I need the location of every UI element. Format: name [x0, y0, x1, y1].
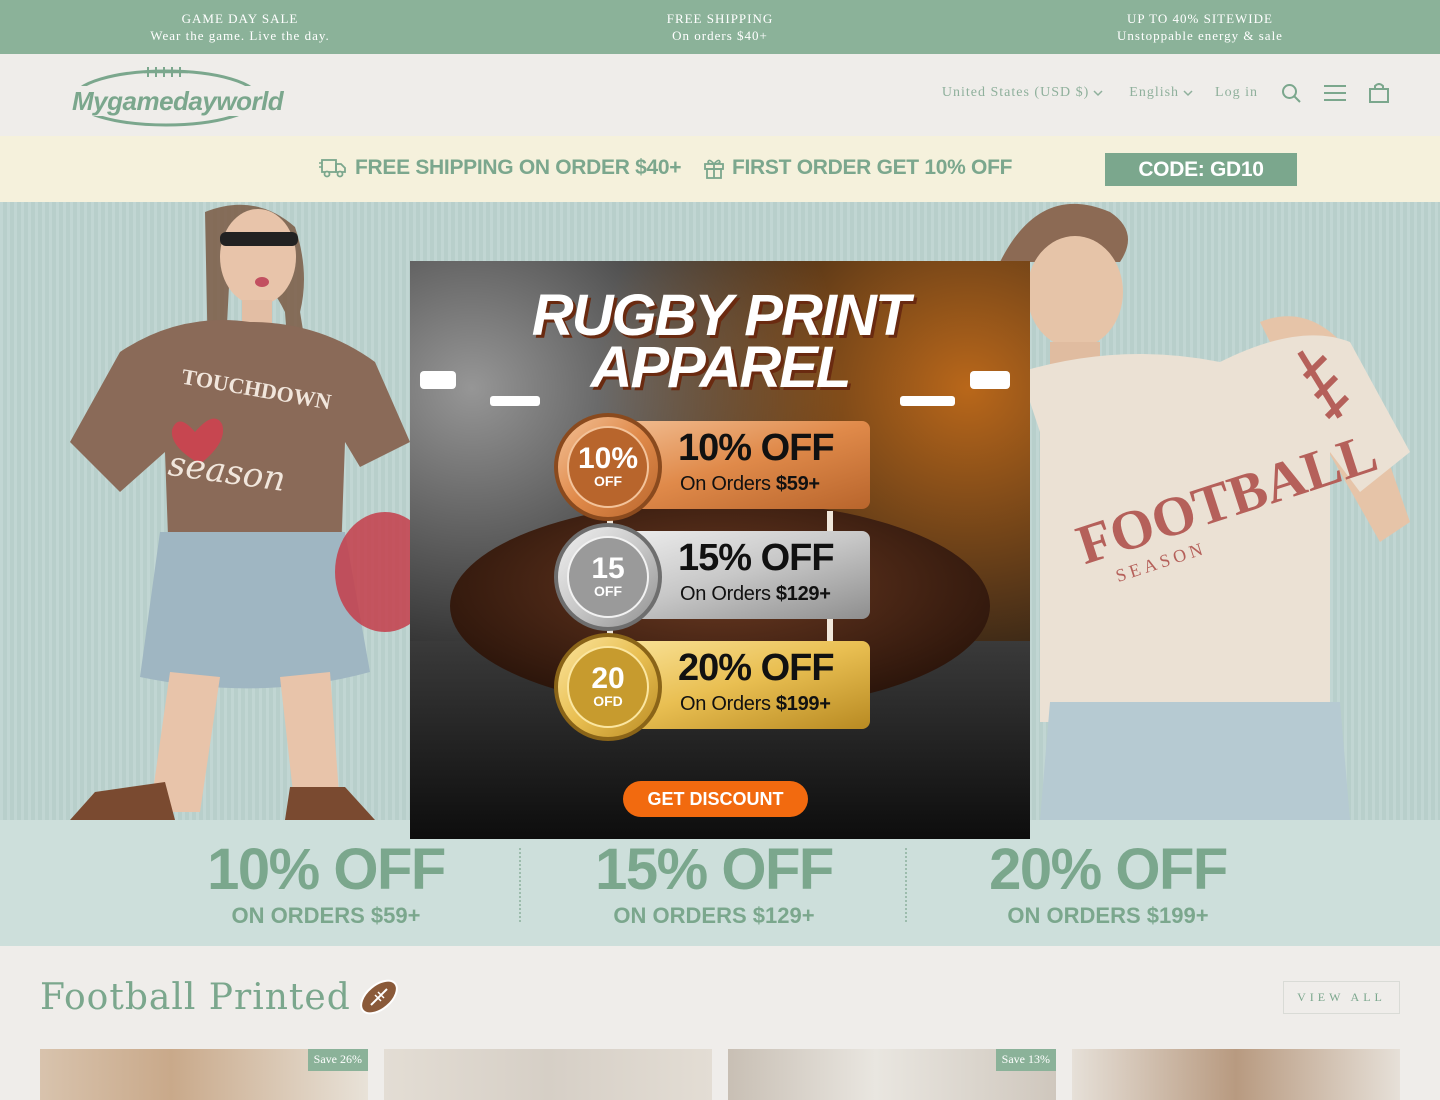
football-icon — [359, 979, 398, 1015]
discount-percent: 20% OFF — [989, 837, 1228, 902]
popup-title-line2: APPAREL — [590, 335, 852, 400]
model-right-image: FOOTBALL SEASON — [1000, 203, 1410, 820]
menu-icon[interactable] — [1324, 82, 1346, 104]
tier-condition: On Orders $199+ — [680, 693, 831, 716]
promo-strip: FREE SHIPPING ON ORDER $40+ FIRST ORDER … — [0, 136, 1440, 202]
view-all-button[interactable]: VIEW ALL — [1283, 981, 1400, 1014]
search-icon[interactable] — [1280, 82, 1302, 104]
discount-popup[interactable]: RUGBY PRINT APPAREL 10% OFF 10% OFF On O… — [410, 261, 1030, 839]
tier-condition-prefix: On Orders — [680, 583, 776, 605]
tier-off-text: 10% OFF — [678, 427, 835, 469]
discount-percent: 15% OFF — [595, 837, 834, 902]
announcement-subtitle: On orders $40+ — [672, 27, 768, 43]
sale-badge: Save 13% — [995, 1049, 1056, 1071]
tier-condition-amount: $199+ — [775, 693, 831, 715]
language-label: English — [1129, 85, 1180, 100]
announcement-subtitle: Unstoppable energy & sale — [1117, 27, 1283, 43]
tier-off-text: 20% OFF — [678, 647, 835, 689]
country-selector[interactable]: United States (USD $) — [942, 85, 1103, 101]
discount-condition: ON ORDERS $59+ — [231, 903, 421, 928]
announcement-title: FREE SHIPPING — [666, 10, 774, 26]
discount-condition: ON ORDERS $129+ — [613, 903, 815, 928]
announcement-item[interactable]: UP TO 40% SITEWIDE Unstoppable energy & … — [960, 0, 1440, 54]
product-card[interactable] — [384, 1049, 712, 1100]
logo-text: Mygamedayworld — [72, 86, 284, 116]
sale-badge: Save 26% — [307, 1049, 368, 1071]
tier-condition: On Orders $59+ — [680, 473, 820, 496]
discount-condition: ON ORDERS $199+ — [1007, 903, 1209, 928]
site-logo[interactable]: Mygamedayworld — [70, 64, 284, 128]
divider — [905, 848, 907, 922]
announcement-title: GAME DAY SALE — [181, 10, 299, 26]
discount-tier-row: 10% OFF On Orders $59+ — [558, 421, 870, 511]
first-order-promo: FIRST ORDER GET 10% OFF — [704, 156, 1012, 180]
announcement-title: UP TO 40% SITEWIDE — [1127, 10, 1273, 26]
product-card[interactable]: Save 26% — [40, 1049, 368, 1100]
announcement-item[interactable]: FREE SHIPPING On orders $40+ — [480, 0, 960, 54]
announcement-subtitle: Wear the game. Live the day. — [150, 27, 330, 43]
login-link[interactable]: Log in — [1215, 85, 1258, 101]
section-heading: Football Printed — [40, 975, 401, 1019]
model-left-image: TOUCHDOWN season — [70, 204, 420, 820]
discount-tier-row: 20% OFF On Orders $199+ — [558, 641, 870, 731]
truck-icon — [319, 159, 346, 178]
free-shipping-promo: FREE SHIPPING ON ORDER $40+ — [319, 156, 682, 180]
get-discount-button[interactable]: GET DISCOUNT — [623, 781, 808, 817]
announcement-bar: GAME DAY SALE Wear the game. Live the da… — [0, 0, 1440, 54]
free-shipping-text: FREE SHIPPING ON ORDER $40+ — [355, 156, 682, 179]
product-card[interactable]: Save 13% — [728, 1049, 1056, 1100]
discount-code-badge[interactable]: CODE: GD10 — [1105, 153, 1297, 186]
chevron-down-icon — [1093, 90, 1103, 97]
site-header: Mygamedayworld United States (USD $) Eng… — [0, 54, 1440, 136]
section-title-text: Football Printed — [40, 976, 351, 1018]
first-order-text: FIRST ORDER GET 10% OFF — [732, 156, 1013, 179]
tier-off-text: 15% OFF — [678, 537, 835, 579]
tier-condition: On Orders $129+ — [680, 583, 831, 606]
tier-condition-amount: $59+ — [775, 473, 820, 495]
chevron-down-icon — [1183, 90, 1193, 97]
gift-icon — [704, 159, 724, 179]
discount-tier: 20% OFF ON ORDERS $199+ — [938, 840, 1278, 930]
product-card[interactable] — [1072, 1049, 1400, 1100]
discount-tier: 15% OFF ON ORDERS $129+ — [544, 840, 884, 930]
tier-condition-prefix: On Orders — [680, 693, 776, 715]
announcement-item[interactable]: GAME DAY SALE Wear the game. Live the da… — [0, 0, 480, 54]
discount-tier-row: 15% OFF On Orders $129+ — [558, 531, 870, 621]
country-label: United States (USD $) — [941, 85, 1090, 100]
tier-condition-prefix: On Orders — [680, 473, 776, 495]
language-selector[interactable]: English — [1129, 85, 1193, 101]
divider — [519, 848, 521, 922]
tier-condition-amount: $129+ — [775, 583, 831, 605]
cart-icon[interactable] — [1368, 82, 1390, 104]
discount-tier: 10% OFF ON ORDERS $59+ — [156, 840, 496, 930]
header-nav: United States (USD $) English Log in — [942, 82, 1390, 104]
discount-percent: 10% OFF — [207, 837, 446, 902]
